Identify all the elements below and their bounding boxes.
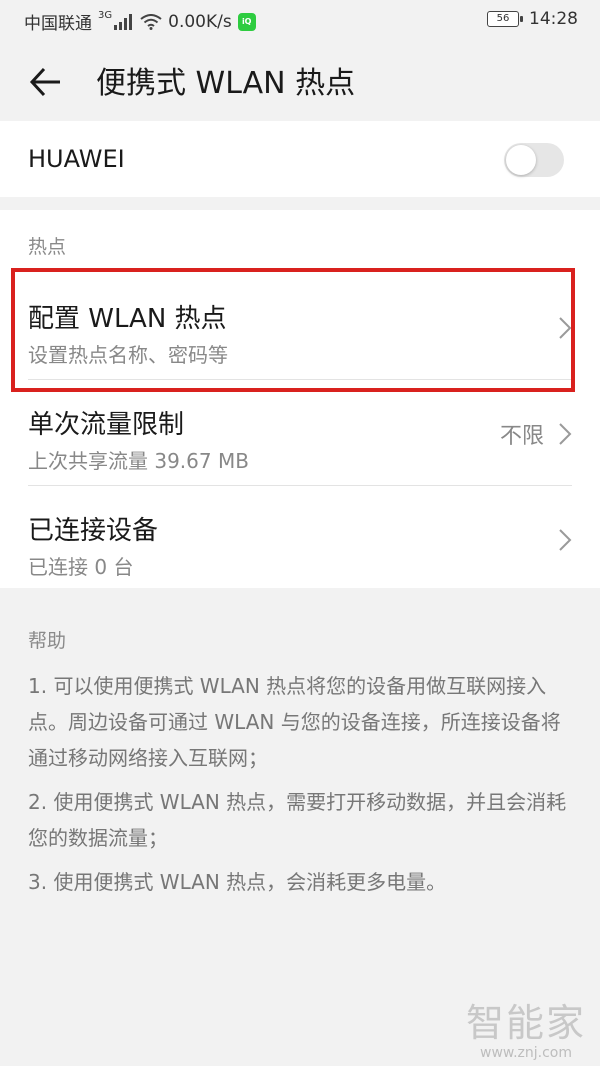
hotspot-settings-card: 热点 配置 WLAN 热点 设置热点名称、密码等 单次流量限制 上次共享流量 3… (0, 210, 600, 588)
clock-label: 14:28 (529, 9, 578, 29)
watermark-text: 智能家 (465, 1001, 586, 1045)
list-item-title: 已连接设备 (28, 516, 159, 546)
iqiyi-app-icon: iQ (237, 12, 256, 31)
status-bar-left: 中国联通 3G 0.00K/s iQ (24, 9, 256, 34)
list-item-connected-devices[interactable]: 已连接设备 已连接 0 台 (0, 486, 600, 592)
status-bar: 中国联通 3G 0.00K/s iQ 56 14:28 (0, 0, 600, 40)
arrow-left-icon (29, 67, 60, 97)
section-header-help: 帮助 (28, 630, 67, 652)
watermark-url: www.znj.com (480, 1045, 572, 1061)
status-bar-right: 56 14:28 (487, 9, 578, 29)
battery-icon: 56 (487, 11, 523, 27)
help-item: 2. 使用便携式 WLAN 热点，需要打开移动数据，并且会消耗您的数据流量； (28, 790, 567, 850)
chevron-right-icon (559, 317, 572, 339)
hotspot-toggle-switch[interactable] (504, 143, 564, 177)
list-item-configure-hotspot[interactable]: 配置 WLAN 热点 设置热点名称、密码等 (0, 274, 600, 380)
help-item: 1. 可以使用便携式 WLAN 热点将您的设备用做互联网接入点。周边设备可通过 … (28, 674, 561, 770)
list-item-subtitle: 设置热点名称、密码等 (28, 343, 228, 367)
carrier-label: 中国联通 (24, 14, 92, 34)
list-item-data-limit[interactable]: 单次流量限制 上次共享流量 39.67 MB 不限 (0, 380, 600, 486)
page-title: 便携式 WLAN 热点 (96, 66, 356, 101)
network-speed-label: 0.00K/s (168, 11, 232, 32)
toggle-knob (506, 145, 536, 175)
hotspot-name-label: HUAWEI (28, 145, 125, 173)
signal-icon (114, 13, 133, 30)
app-header: 便携式 WLAN 热点 (0, 40, 600, 120)
wifi-icon (140, 13, 162, 30)
section-header-hotspot: 热点 (28, 236, 67, 258)
help-item: 3. 使用便携式 WLAN 热点，会消耗更多电量。 (28, 870, 447, 894)
network-type-label: 3G (98, 10, 113, 21)
list-item-subtitle: 上次共享流量 39.67 MB (28, 449, 249, 473)
hotspot-toggle-row[interactable]: HUAWEI (0, 121, 600, 197)
list-item-value: 不限 (499, 424, 544, 449)
list-item-subtitle: 已连接 0 台 (28, 555, 134, 579)
battery-level-label: 56 (496, 13, 510, 24)
list-item-title: 配置 WLAN 热点 (28, 304, 227, 334)
back-button[interactable] (24, 60, 68, 104)
list-item-title: 单次流量限制 (28, 410, 185, 440)
watermark-logo: 智能家 www.znj.com (466, 992, 586, 1061)
chevron-right-icon (559, 423, 572, 445)
chevron-right-icon (559, 529, 572, 551)
